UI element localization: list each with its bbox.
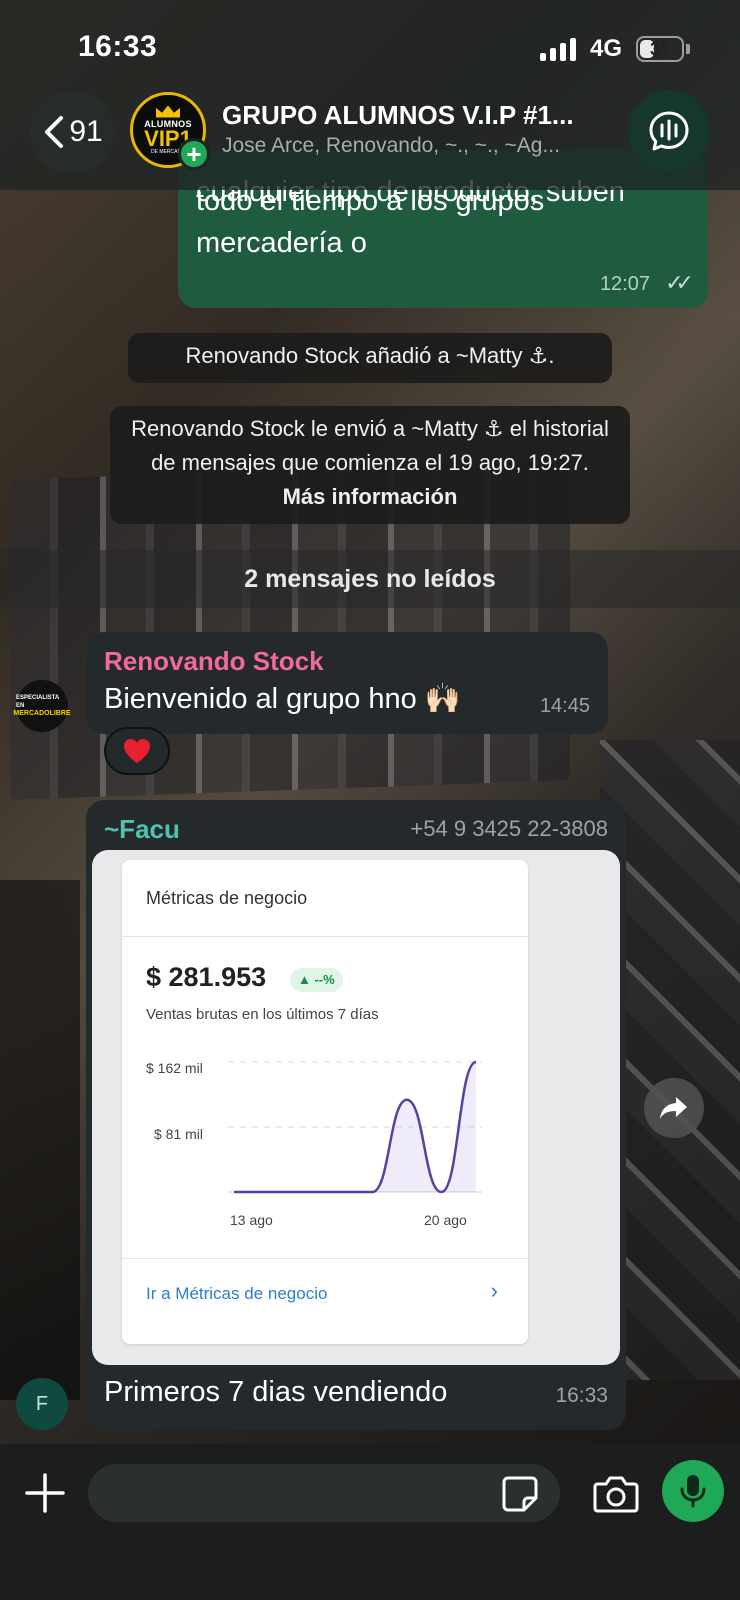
unread-divider: 2 mensajes no leídos <box>0 550 740 608</box>
avatar-text: ESPECIALISTA EN <box>16 695 60 709</box>
chevron-right-icon: › <box>490 1278 498 1303</box>
avatar-text: MERCADOLIBRE <box>13 710 71 717</box>
message-caption: Primeros 7 dias vendiendo <box>104 1376 448 1408</box>
battery-level: 31 <box>649 39 671 59</box>
status-bar: 16:33 4G 31 <box>0 0 740 88</box>
y-tick-label: $ 81 mil <box>154 1126 204 1142</box>
message-time: 12:07 <box>599 273 650 295</box>
sender-name[interactable]: Renovando Stock <box>104 646 324 677</box>
image-message[interactable]: ~Facu +54 9 3425 22-3808 Métricas de neg… <box>86 800 626 1430</box>
voice-chat-icon <box>649 111 689 151</box>
battery-icon: 31 <box>636 36 684 62</box>
wallpaper-shadow <box>0 880 80 1400</box>
x-tick-label: 13 ago <box>230 1212 273 1228</box>
forward-button[interactable] <box>644 1078 704 1138</box>
unread-count: 91 <box>69 115 103 148</box>
sales-chart <box>228 1060 482 1194</box>
battery-tip <box>686 44 690 54</box>
voice-chat-button[interactable] <box>628 90 710 172</box>
add-icon[interactable]: + <box>178 138 210 170</box>
sender-avatar[interactable]: F <box>16 1378 68 1430</box>
series-line <box>234 1060 477 1194</box>
crown-icon <box>156 105 180 118</box>
metrics-title: Métricas de negocio <box>146 888 308 908</box>
group-title[interactable]: GRUPO ALUMNOS V.I.P #1... <box>222 100 612 131</box>
sticker-icon[interactable] <box>500 1474 540 1514</box>
y-tick-label: $ 162 mil <box>146 1060 203 1076</box>
chevron-left-icon <box>45 116 64 148</box>
system-message-added: Renovando Stock añadió a ~Matty ⚓. <box>128 333 612 383</box>
double-check-icon: ✓✓ <box>665 270 694 295</box>
heart-reaction[interactable] <box>104 727 170 775</box>
divider <box>122 936 528 937</box>
status-time: 16:33 <box>78 30 158 63</box>
more-info-link[interactable]: Más información <box>283 484 458 509</box>
metrics-link: Ir a Métricas de negocio <box>146 1284 328 1303</box>
composer-bar <box>0 1444 740 1600</box>
divider <box>122 1258 528 1259</box>
sender-name[interactable]: ~Facu <box>104 814 180 845</box>
sales-caption: Ventas brutas en los últimos 7 días <box>146 1006 379 1023</box>
metrics-card: Métricas de negocio $ 281.953 ▲ --% Vent… <box>122 860 528 1344</box>
signal-icon <box>540 38 576 61</box>
incoming-message[interactable]: Renovando Stock Bienvenido al grupo hno … <box>86 632 608 734</box>
message-text: Bienvenido al grupo hno 🙌🏻 <box>104 683 461 715</box>
series-area <box>234 1062 476 1192</box>
forward-icon <box>660 1097 687 1119</box>
message-input[interactable] <box>88 1464 560 1522</box>
mic-button[interactable] <box>662 1460 724 1522</box>
network-type: 4G <box>590 35 623 62</box>
back-button[interactable]: 91 <box>30 90 114 174</box>
sender-phone: +54 9 3425 22-3808 <box>410 816 608 841</box>
sales-amount: $ 281.953 <box>146 962 267 992</box>
screenshot-image[interactable]: Métricas de negocio $ 281.953 ▲ --% Vent… <box>92 850 620 1365</box>
change-badge: ▲ --% <box>290 968 343 992</box>
system-message-text: Renovando Stock le envió a ~Matty ⚓ el h… <box>131 416 609 475</box>
message-time: 14:45 <box>539 695 590 717</box>
system-message-history: Renovando Stock le envió a ~Matty ⚓ el h… <box>110 406 630 524</box>
camera-icon[interactable] <box>592 1472 640 1516</box>
mic-icon <box>680 1475 706 1508</box>
heart-icon <box>124 739 150 763</box>
plus-icon[interactable] <box>22 1470 68 1516</box>
group-members[interactable]: Jose Arce, Renovando, ~., ~., ~Ag... <box>222 134 612 158</box>
x-tick-label: 20 ago <box>424 1212 467 1228</box>
message-time: 16:33 <box>555 1384 608 1407</box>
sender-avatar[interactable]: ESPECIALISTA EN MERCADOLIBRE <box>13 680 71 732</box>
